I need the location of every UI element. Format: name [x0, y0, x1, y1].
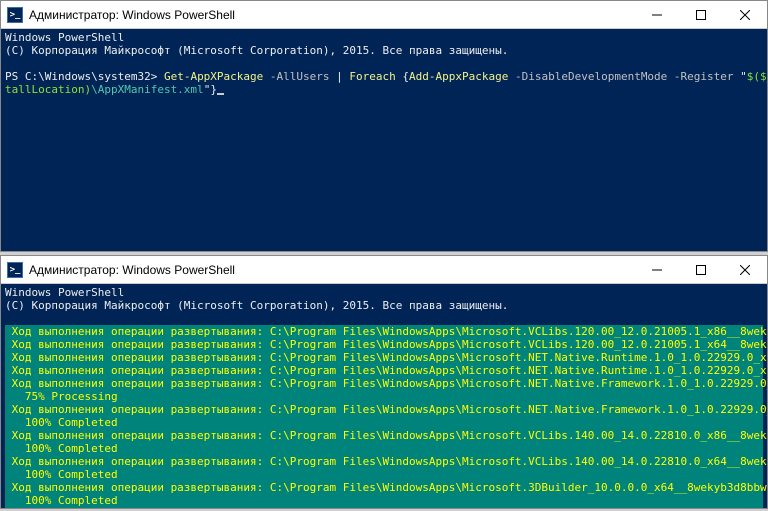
banner-line: Windows PowerShell [5, 31, 124, 44]
close-button[interactable] [723, 256, 767, 283]
cmd-text: Add-AppxPackage [409, 70, 515, 83]
progress-status: 75% Processing [5, 390, 763, 403]
cmd-interp: $($_.Ins [747, 70, 767, 83]
cmd-interp: tallLocation) [5, 83, 91, 96]
progress-line: Ход выполнения операции развертывания: C… [5, 325, 763, 338]
progress-line: Ход выполнения операции развертывания: C… [5, 507, 763, 508]
progress-line: Ход выполнения операции развертывания: C… [5, 338, 763, 351]
banner-line: (C) Корпорация Майкрософт (Microsoft Cor… [5, 44, 508, 57]
progress-status: 100% Completed [5, 416, 763, 429]
cmd-text: | [330, 70, 350, 83]
cmd-path: \AppXManifest.xml [91, 83, 204, 96]
progress-status: 100% Completed [5, 468, 763, 481]
prompt: PS C:\Windows\system32> [5, 70, 157, 83]
window-controls [635, 256, 767, 283]
banner-line: (C) Корпорация Майкрософт (Microsoft Cor… [5, 299, 508, 312]
terminal-area[interactable]: Windows PowerShell (C) Корпорация Майкро… [1, 284, 767, 508]
progress-line: Ход выполнения операции развертывания: C… [5, 364, 763, 377]
window-title: Администратор: Windows PowerShell [29, 263, 635, 277]
cmd-text: Foreach [349, 70, 402, 83]
powershell-icon: >_ [7, 7, 23, 23]
powershell-window-bottom: >_ Администратор: Windows PowerShell Win… [0, 255, 768, 509]
progress-line: Ход выполнения операции развертывания: C… [5, 351, 763, 364]
progress-line: Ход выполнения операции развертывания: C… [5, 377, 763, 390]
cmd-text: " [734, 70, 747, 83]
close-button[interactable] [723, 1, 767, 28]
maximize-button[interactable] [679, 256, 723, 283]
cursor [217, 93, 224, 95]
banner-line: Windows PowerShell [5, 286, 124, 299]
cmd-flag: -AllUsers [270, 70, 330, 83]
powershell-window-top: >_ Администратор: Windows PowerShell Win… [0, 0, 768, 252]
titlebar[interactable]: >_ Администратор: Windows PowerShell [1, 256, 767, 284]
powershell-icon: >_ [7, 262, 23, 278]
cmd-flag: -DisableDevelopmentMode -Register [515, 70, 734, 83]
progress-status: 100% Completed [5, 494, 763, 507]
minimize-button[interactable] [635, 256, 679, 283]
window-title: Администратор: Windows PowerShell [29, 8, 635, 22]
cmd-text: } [210, 83, 217, 96]
minimize-button[interactable] [635, 1, 679, 28]
maximize-button[interactable] [679, 1, 723, 28]
window-controls [635, 1, 767, 28]
progress-output: Ход выполнения операции развертывания: C… [5, 325, 763, 508]
titlebar[interactable]: >_ Администратор: Windows PowerShell [1, 1, 767, 29]
progress-status: 100% Completed [5, 442, 763, 455]
cmd-text: Get-AppXPackage [157, 70, 270, 83]
progress-line: Ход выполнения операции развертывания: C… [5, 403, 763, 416]
progress-line: Ход выполнения операции развертывания: C… [5, 481, 763, 494]
progress-line: Ход выполнения операции развертывания: C… [5, 429, 763, 442]
terminal-area[interactable]: Windows PowerShell (C) Корпорация Майкро… [1, 29, 767, 251]
progress-line: Ход выполнения операции развертывания: C… [5, 455, 763, 468]
